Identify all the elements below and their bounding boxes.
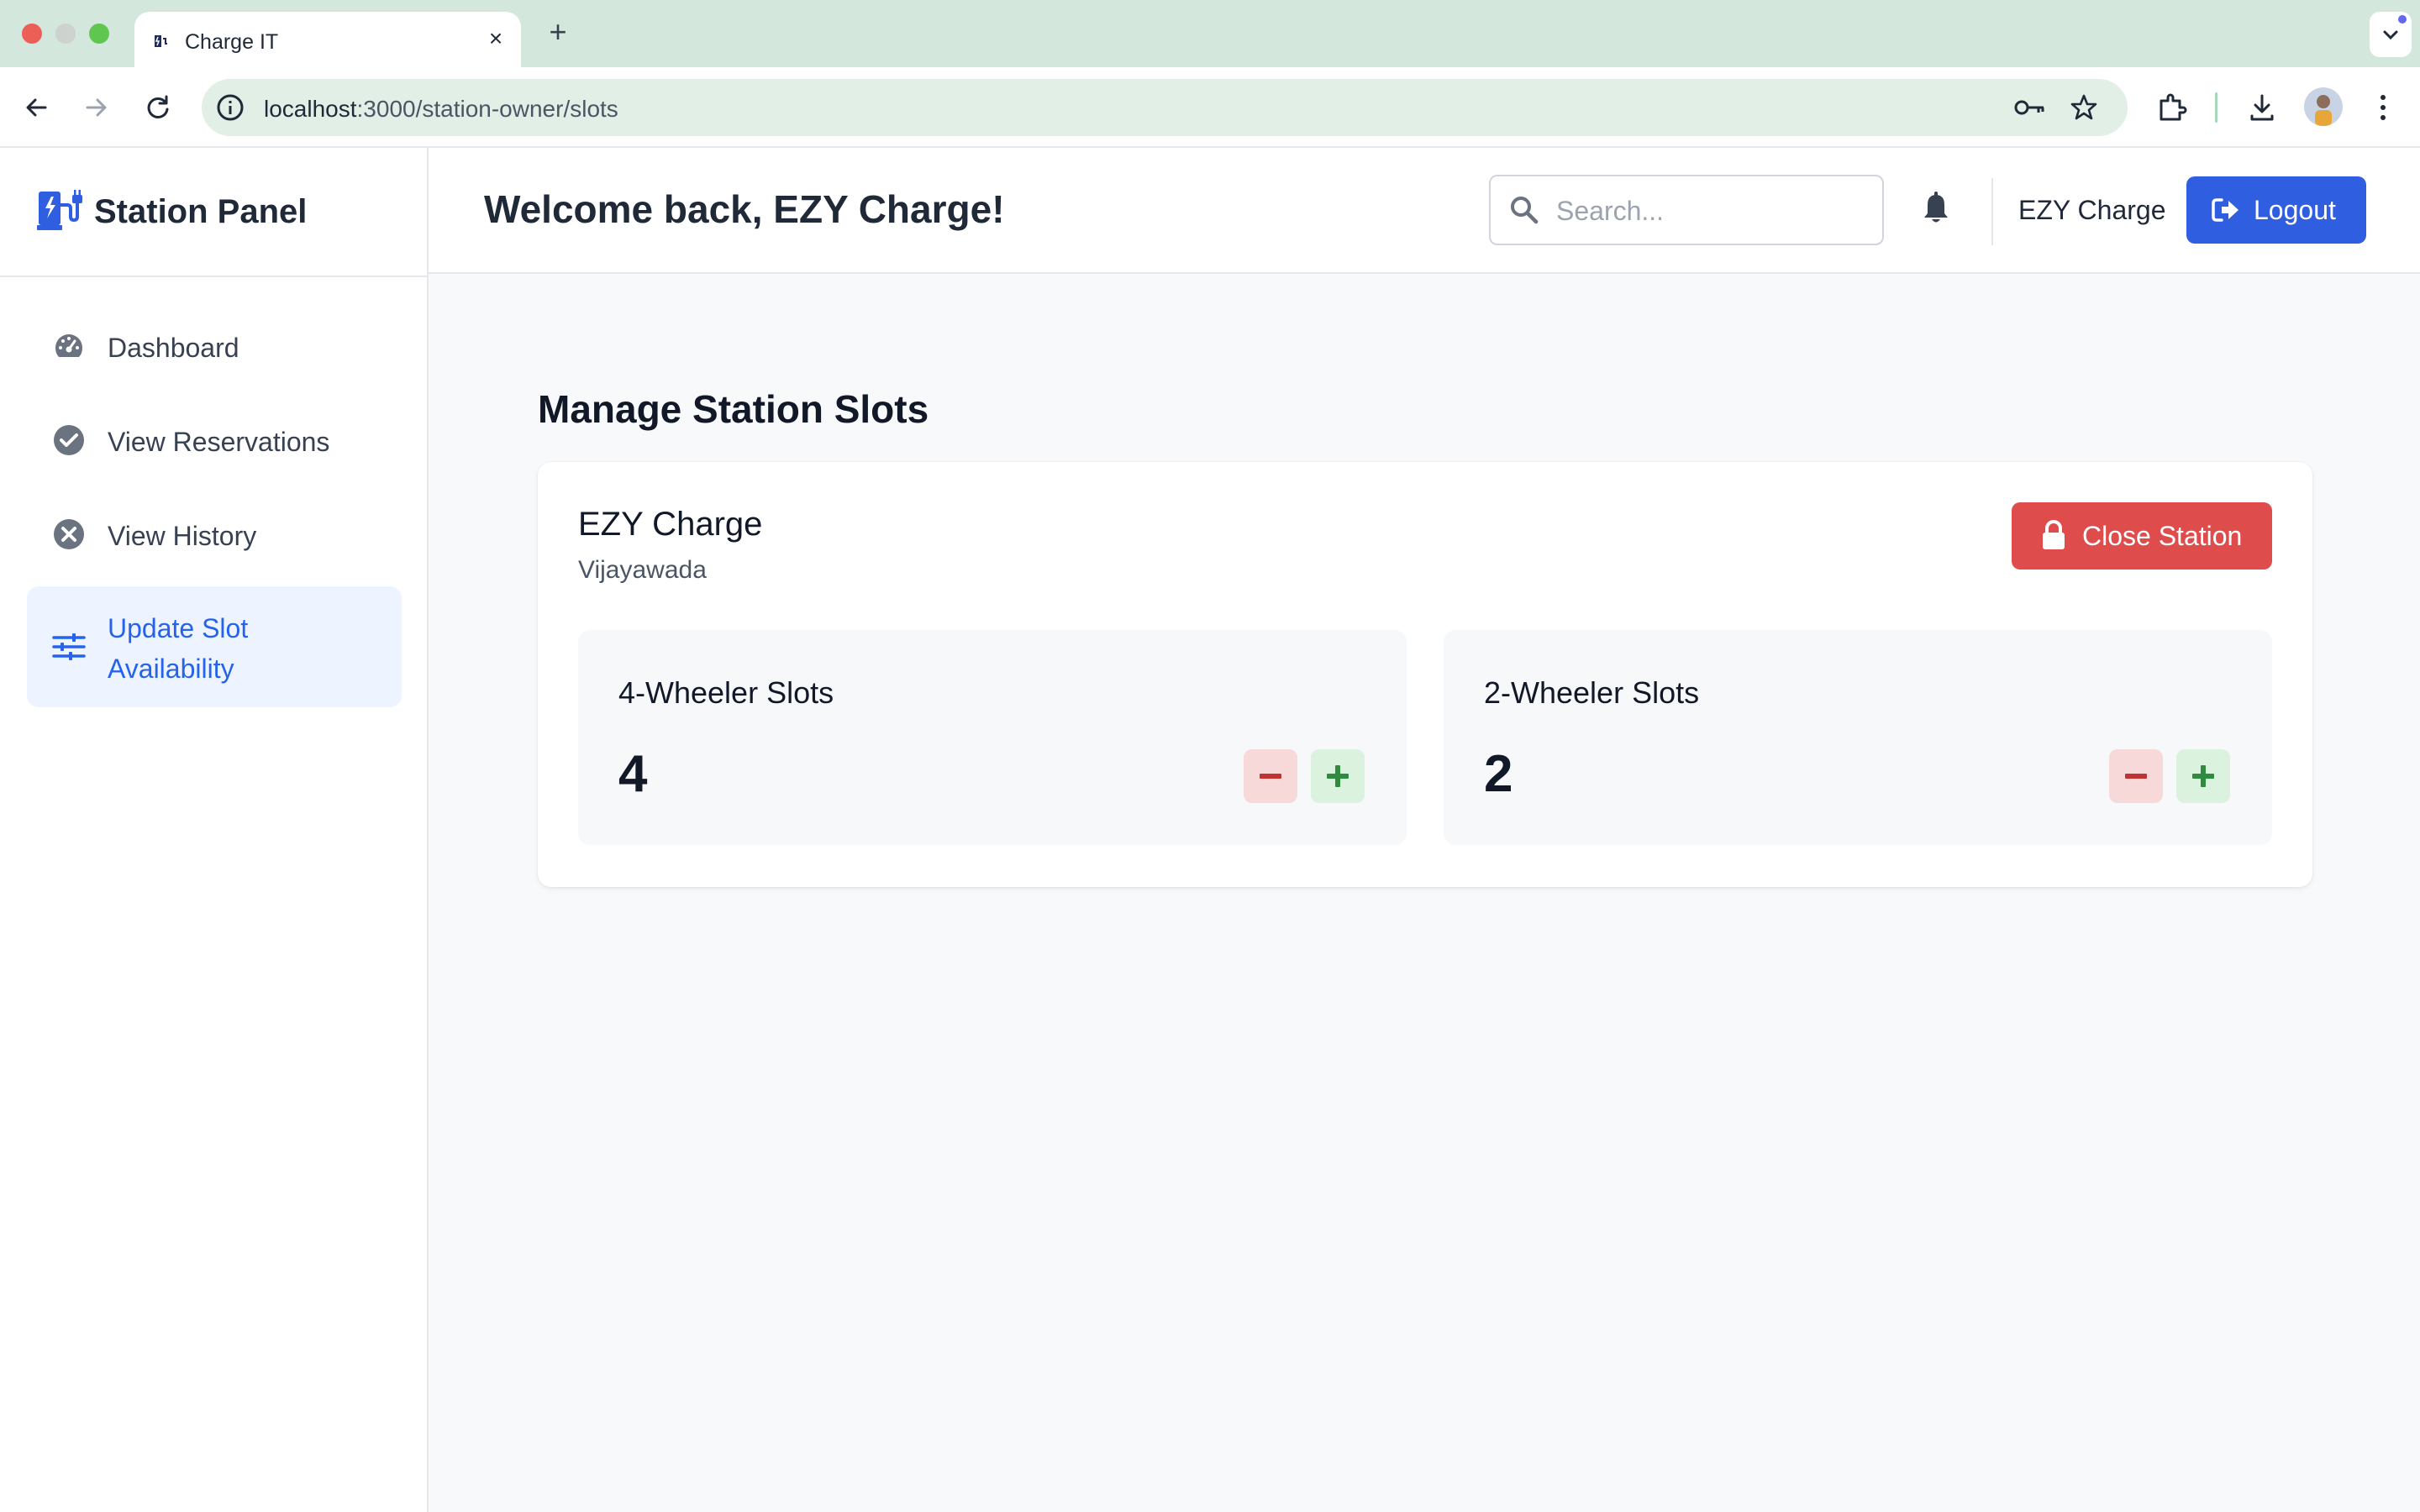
- slot-count: 4: [618, 745, 648, 803]
- minus-icon: [1260, 774, 1281, 779]
- forward-arrow-icon[interactable]: [77, 89, 114, 126]
- sidebar-item-view-reservations[interactable]: View Reservations: [27, 398, 402, 482]
- password-key-icon[interactable]: [2013, 94, 2047, 121]
- slot-panel-2-wheeler: 2-Wheeler Slots 2: [1444, 630, 2272, 845]
- profile-avatar[interactable]: [2304, 87, 2343, 126]
- browser-toolbar: localhost:3000/station-owner/slots: [0, 67, 2420, 148]
- window-close-button[interactable]: [22, 24, 42, 44]
- tab-title: Charge IT: [185, 30, 279, 54]
- sidebar-item-label: Update Slot Availability: [108, 613, 249, 684]
- chevron-down-icon: [2383, 30, 2398, 40]
- sliders-icon: [52, 633, 86, 660]
- station-card: EZY Charge Vijayawada Close Station 4-Wh…: [538, 462, 2312, 887]
- window-minimize-button[interactable]: [55, 24, 76, 44]
- plus-icon: [2192, 765, 2214, 787]
- increment-button[interactable]: [1311, 749, 1365, 803]
- slot-title: 2-Wheeler Slots: [1484, 675, 1700, 710]
- back-arrow-icon[interactable]: [18, 89, 55, 126]
- address-bar[interactable]: localhost:3000/station-owner/slots: [202, 79, 2128, 136]
- sidebar-title: Station Panel: [94, 193, 308, 230]
- sidebar-item-label: Dashboard: [108, 333, 239, 363]
- download-icon[interactable]: [2242, 87, 2282, 128]
- browser-tab-strip: Charge IT × +: [0, 0, 2420, 67]
- check-circle-icon: [54, 425, 84, 455]
- sidebar-item-label: View Reservations: [108, 427, 330, 457]
- url-text: localhost:3000/station-owner/slots: [264, 96, 618, 122]
- gauge-icon: [55, 334, 83, 357]
- station-name: EZY Charge: [578, 506, 763, 543]
- station-location: Vijayawada: [578, 556, 707, 584]
- favicon-icon: [155, 35, 167, 47]
- search-icon: [1511, 197, 1539, 224]
- sidebar-brand: Station Panel: [0, 148, 427, 277]
- browser-menu-icon[interactable]: [2363, 87, 2403, 128]
- sidebar-item-dashboard[interactable]: Dashboard: [27, 304, 402, 388]
- lock-icon: [2043, 520, 2065, 549]
- plus-icon: [1327, 765, 1349, 787]
- sidebar-item-label: View History: [108, 521, 257, 551]
- tab-close-icon[interactable]: ×: [482, 25, 509, 52]
- close-station-button[interactable]: Close Station: [2012, 502, 2272, 570]
- top-header: Welcome back, EZY Charge! EZY Charge Log…: [429, 148, 2420, 274]
- charging-station-icon: [37, 190, 82, 230]
- search-input[interactable]: [1556, 188, 1867, 234]
- profile-icon: [2315, 95, 2332, 126]
- notification-dot: [2398, 15, 2407, 24]
- minus-icon: [2125, 774, 2147, 779]
- logout-button[interactable]: Logout: [2186, 176, 2366, 244]
- increment-button[interactable]: [2176, 749, 2230, 803]
- slot-count: 2: [1484, 745, 1513, 803]
- sidebar: Station Panel Dashboard View Reservation…: [0, 148, 429, 1512]
- page-title: Manage Station Slots: [538, 387, 929, 431]
- toolbar-divider: [2215, 92, 2217, 123]
- extensions-icon[interactable]: [2151, 87, 2191, 128]
- search-box[interactable]: [1489, 175, 1884, 245]
- close-station-label: Close Station: [2082, 521, 2243, 551]
- tab-search-button[interactable]: [2370, 12, 2412, 57]
- slot-title: 4-Wheeler Slots: [618, 675, 834, 710]
- browser-tab[interactable]: Charge IT ×: [134, 12, 521, 67]
- new-tab-button[interactable]: +: [541, 15, 575, 49]
- user-name: EZY Charge: [2018, 195, 2166, 225]
- header-divider: [1991, 178, 1993, 245]
- window-zoom-button[interactable]: [89, 24, 109, 44]
- main-content: Manage Station Slots EZY Charge Vijayawa…: [429, 274, 2420, 1512]
- sidebar-item-view-history[interactable]: View History: [27, 492, 402, 576]
- bookmark-star-icon[interactable]: [2069, 92, 2099, 123]
- x-circle-icon: [54, 519, 84, 549]
- site-info-icon[interactable]: [213, 91, 247, 124]
- bell-icon[interactable]: [1921, 192, 1951, 225]
- decrement-button[interactable]: [2109, 749, 2163, 803]
- slot-panel-4-wheeler: 4-Wheeler Slots 4: [578, 630, 1407, 845]
- decrement-button[interactable]: [1244, 749, 1297, 803]
- reload-icon[interactable]: [139, 89, 176, 126]
- logout-icon: [2212, 198, 2238, 222]
- logout-label: Logout: [2254, 195, 2336, 225]
- sidebar-item-update-slot-availability[interactable]: Update Slot Availability: [27, 586, 402, 707]
- welcome-heading: Welcome back, EZY Charge!: [484, 187, 1005, 231]
